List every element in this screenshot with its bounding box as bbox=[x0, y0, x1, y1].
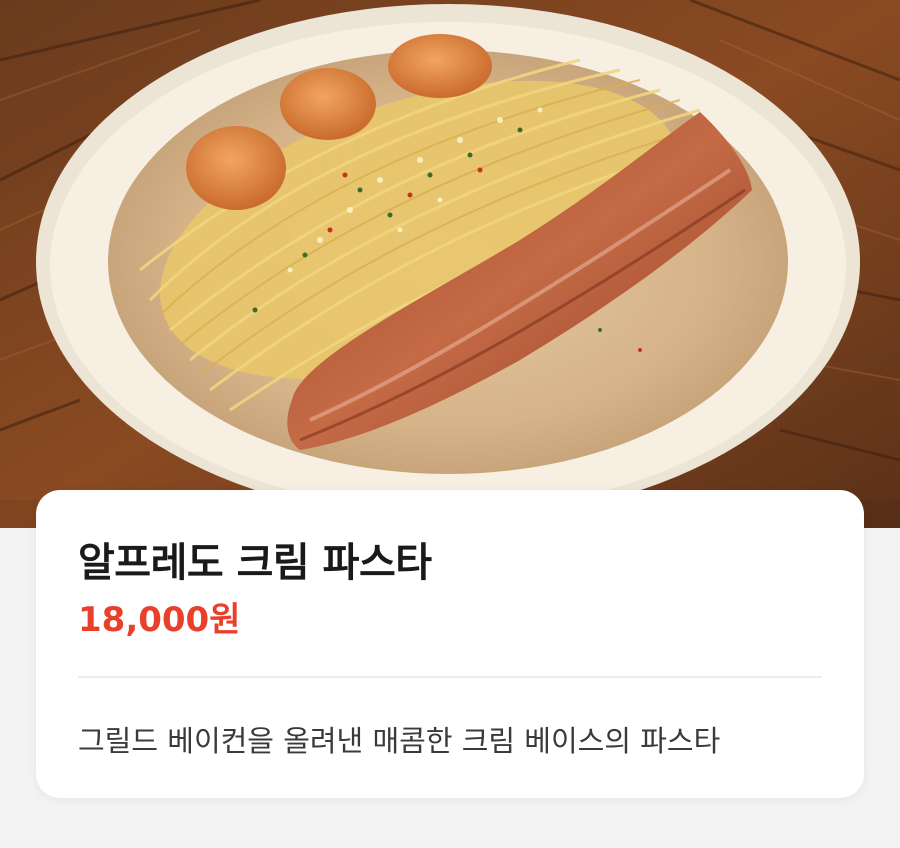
divider bbox=[78, 676, 822, 678]
menu-info-card: 알프레도 크림 파스타 18,000원 그릴드 베이컨을 올려낸 매콤한 크림 … bbox=[36, 490, 864, 798]
menu-item-photo bbox=[0, 0, 900, 528]
menu-item-price: 18,000원 bbox=[78, 600, 241, 640]
menu-item-name: 알프레도 크림 파스타 bbox=[78, 540, 432, 586]
menu-item-description: 그릴드 베이컨을 올려낸 매콤한 크림 베이스의 파스타 bbox=[78, 724, 721, 758]
menu-detail-page: 알프레도 크림 파스타 18,000원 그릴드 베이컨을 올려낸 매콤한 크림 … bbox=[0, 0, 900, 848]
